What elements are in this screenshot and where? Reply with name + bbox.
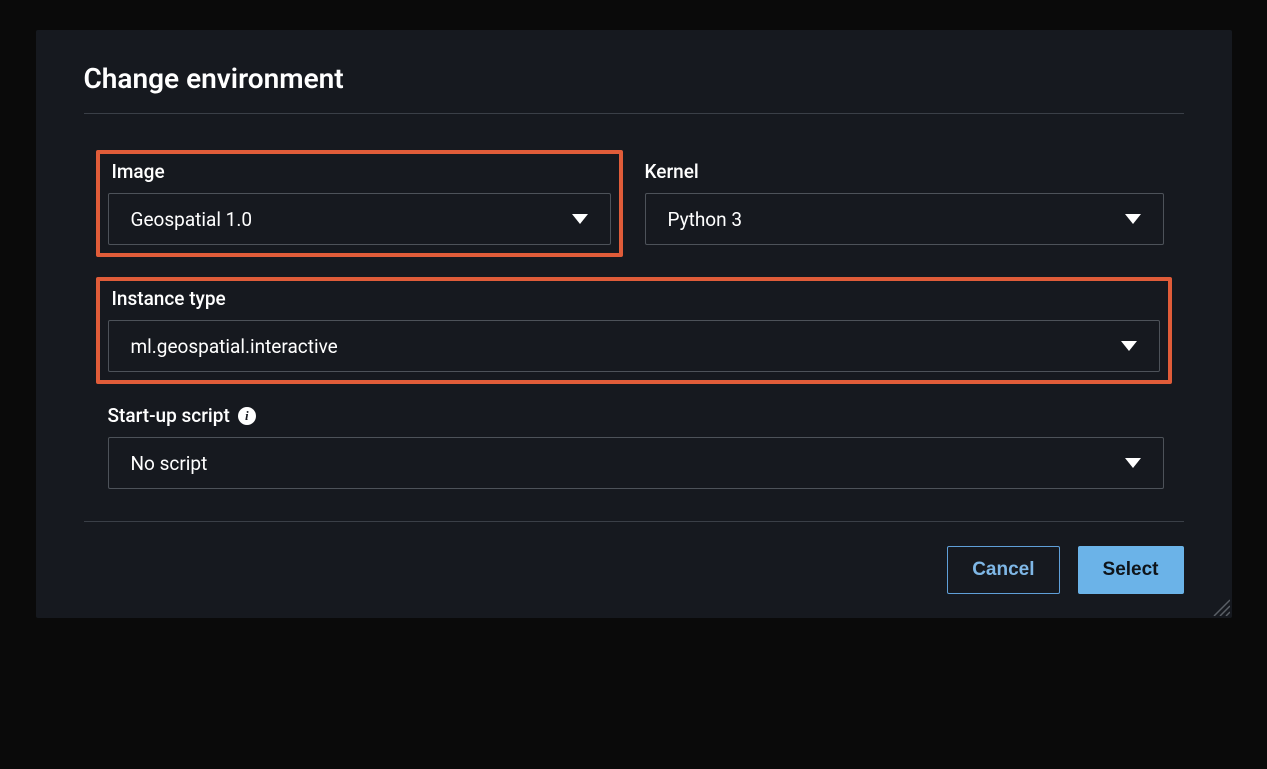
cancel-button[interactable]: Cancel [947,546,1059,594]
caret-down-icon [1121,340,1137,352]
kernel-dropdown-value: Python 3 [668,208,743,231]
change-environment-dialog: Change environment Image Geospatial 1.0 … [36,30,1232,618]
startup-script-label: Start-up script i [108,404,1164,427]
kernel-field-group: Kernel Python 3 [645,150,1172,257]
row-startup-script: Start-up script i No script [96,404,1172,489]
dialog-footer: Cancel Select [84,522,1184,594]
info-icon[interactable]: i [238,407,256,425]
row-instance-type: Instance type ml.geospatial.interactive [96,277,1172,384]
instance-type-field-group: Instance type ml.geospatial.interactive [96,277,1172,384]
startup-script-label-text: Start-up script [108,404,230,427]
kernel-dropdown[interactable]: Python 3 [645,193,1164,245]
form-area: Image Geospatial 1.0 Kernel Python 3 [84,114,1184,521]
image-field-group: Image Geospatial 1.0 [96,150,623,257]
caret-down-icon [1125,457,1141,469]
startup-script-dropdown-value: No script [131,452,208,475]
dialog-title: Change environment [84,62,1184,95]
kernel-label: Kernel [645,160,1164,183]
resize-grip-icon[interactable] [1210,596,1230,616]
image-dropdown-value: Geospatial 1.0 [131,208,253,231]
caret-down-icon [572,213,588,225]
instance-type-dropdown[interactable]: ml.geospatial.interactive [108,320,1160,372]
select-button[interactable]: Select [1078,546,1184,594]
row-image-kernel: Image Geospatial 1.0 Kernel Python 3 [96,150,1172,257]
instance-type-dropdown-value: ml.geospatial.interactive [131,335,338,358]
image-dropdown[interactable]: Geospatial 1.0 [108,193,611,245]
startup-script-dropdown[interactable]: No script [108,437,1164,489]
caret-down-icon [1125,213,1141,225]
image-label: Image [108,160,611,183]
instance-type-label: Instance type [108,287,1160,310]
startup-script-field-group: Start-up script i No script [96,404,1172,489]
